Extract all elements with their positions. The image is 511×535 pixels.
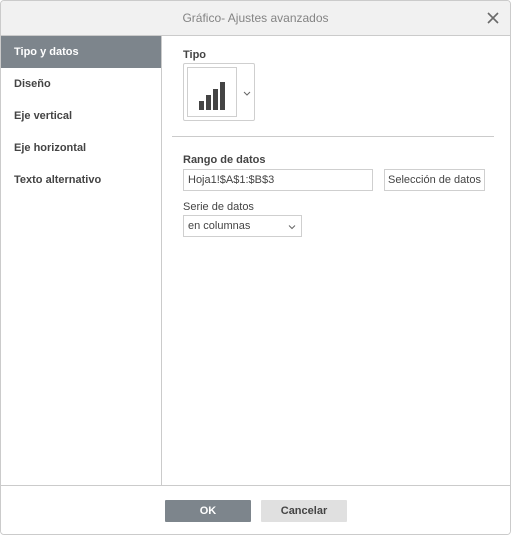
type-label: Tipo [183,49,207,61]
close-icon[interactable] [485,10,501,26]
chevron-down-icon [288,225,296,230]
cancel-button[interactable]: Cancelar [261,500,347,522]
data-range-label: Rango de datos [183,154,266,166]
chevron-down-icon [243,91,251,96]
settings-content: Tipo Rango de datos Hoja1!$A$1:$B$3 Sele… [162,36,510,485]
sidebar-item-eje-vertical[interactable]: Eje vertical [1,100,161,132]
chart-type-picker[interactable] [183,63,255,121]
data-series-value: en columnas [188,220,251,232]
select-data-button[interactable]: Selección de datos [384,169,485,191]
sidebar-item-diseno[interactable]: Diseño [1,68,161,100]
data-series-select[interactable]: en columnas [183,215,302,237]
ok-button[interactable]: OK [165,500,251,522]
dialog-title: Gráfico- Ajustes avanzados [182,11,329,25]
dialog-footer: OK Cancelar [1,485,510,534]
sidebar-item-eje-horizontal[interactable]: Eje horizontal [1,132,161,164]
column-chart-icon [199,82,225,110]
data-series-label: Serie de datos [183,201,254,213]
section-divider [172,136,494,137]
settings-sidebar: Tipo y datos Diseño Eje vertical Eje hor… [1,36,162,485]
data-range-input[interactable]: Hoja1!$A$1:$B$3 [183,169,373,191]
advanced-settings-dialog: Gráfico- Ajustes avanzados Tipo y datos … [0,0,511,535]
chart-type-preview [187,67,237,117]
sidebar-item-texto-alternativo[interactable]: Texto alternativo [1,164,161,196]
sidebar-item-tipo-y-datos[interactable]: Tipo y datos [1,36,161,68]
dialog-titlebar: Gráfico- Ajustes avanzados [1,1,510,36]
